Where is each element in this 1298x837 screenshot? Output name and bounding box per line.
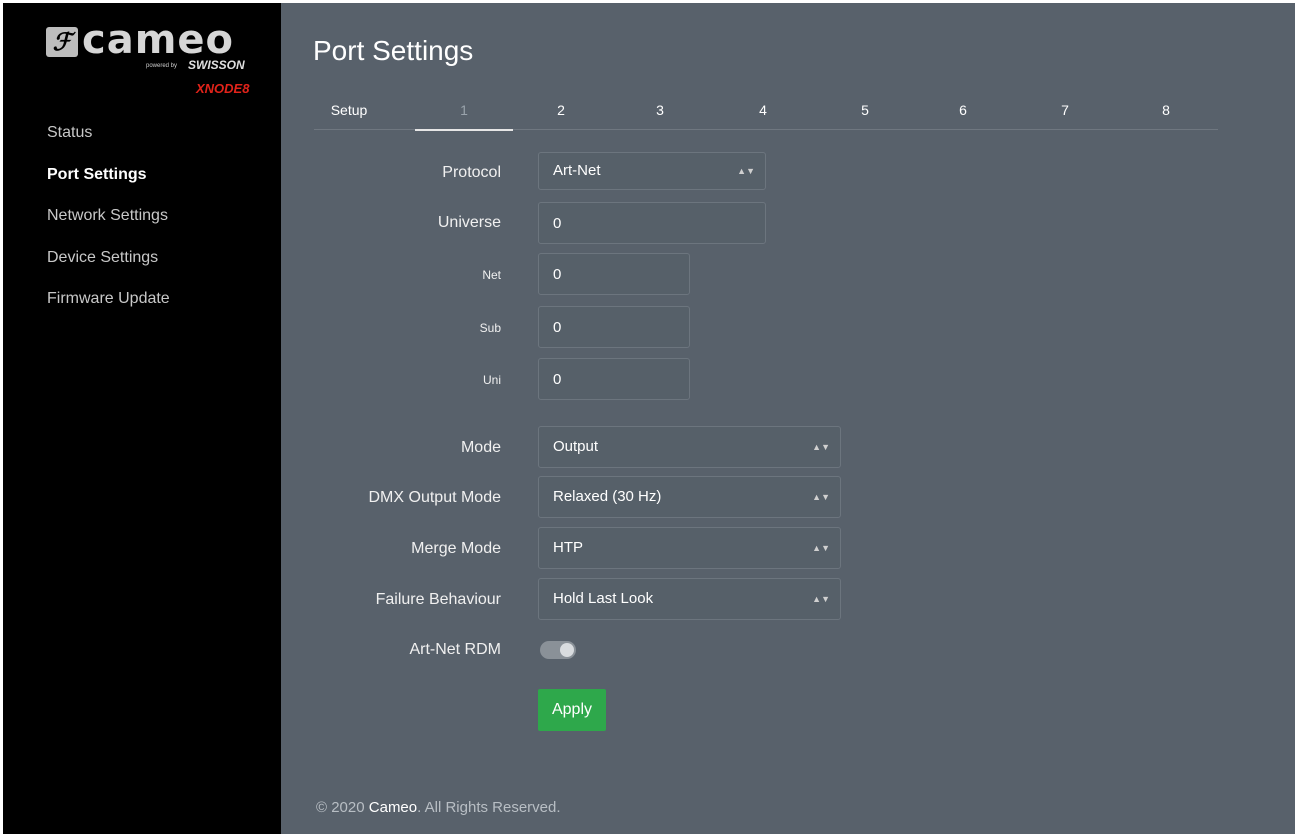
sidebar-item-status[interactable]: Status bbox=[47, 121, 170, 163]
footer-suffix: . All Rights Reserved. bbox=[417, 799, 561, 816]
tab-port-2[interactable]: 2 bbox=[546, 91, 576, 129]
sub-input[interactable] bbox=[538, 306, 690, 348]
sidebar-item-network-settings[interactable]: Network Settings bbox=[47, 204, 170, 246]
sidebar-item-firmware-update[interactable]: Firmware Update bbox=[47, 287, 170, 329]
apply-button[interactable]: Apply bbox=[538, 689, 606, 731]
dmx-output-mode-select[interactable]: Relaxed (30 Hz) ▲▼ bbox=[538, 476, 841, 518]
uni-input[interactable] bbox=[538, 358, 690, 400]
dmx-output-mode-value: Relaxed (30 Hz) bbox=[553, 488, 662, 505]
select-caret-icon: ▲▼ bbox=[812, 442, 830, 452]
app-frame: ℱ cameo powered by SWISSON XNODE8 Status… bbox=[3, 3, 1295, 834]
protocol-label: Protocol bbox=[442, 164, 501, 181]
select-caret-icon: ▲▼ bbox=[812, 492, 830, 502]
tab-port-1[interactable]: 1 bbox=[415, 91, 513, 131]
artnet-rdm-label: Art-Net RDM bbox=[409, 641, 501, 658]
protocol-value: Art-Net bbox=[553, 162, 601, 179]
mode-label: Mode bbox=[460, 439, 501, 456]
logo-wordmark: cameo bbox=[82, 17, 234, 63]
merge-mode-label: Merge Mode bbox=[411, 540, 501, 557]
select-caret-icon: ▲▼ bbox=[737, 166, 755, 176]
logo-powered-by: powered by bbox=[146, 63, 178, 69]
main-content: Port Settings Setup 1 2 3 4 5 6 7 8 Prot… bbox=[281, 3, 1295, 834]
tab-port-5[interactable]: 5 bbox=[850, 91, 880, 129]
tab-port-3[interactable]: 3 bbox=[645, 91, 675, 129]
universe-input[interactable] bbox=[538, 202, 766, 244]
select-caret-icon: ▲▼ bbox=[812, 543, 830, 553]
failure-behaviour-label: Failure Behaviour bbox=[375, 591, 501, 608]
sidebar-item-device-settings[interactable]: Device Settings bbox=[47, 246, 170, 288]
mode-value: Output bbox=[553, 438, 599, 455]
sidebar-nav: Status Port Settings Network Settings De… bbox=[47, 121, 170, 329]
footer-copyright: © 2020 Cameo. All Rights Reserved. bbox=[316, 799, 561, 816]
footer-brand-link[interactable]: Cameo bbox=[369, 799, 417, 816]
net-label: Net bbox=[482, 268, 501, 282]
tab-port-6[interactable]: 6 bbox=[948, 91, 978, 129]
sidebar: ℱ cameo powered by SWISSON XNODE8 Status… bbox=[3, 3, 281, 834]
device-model: XNODE8 bbox=[196, 81, 250, 96]
port-tabs: Setup 1 2 3 4 5 6 7 8 bbox=[314, 91, 1218, 131]
sub-label: Sub bbox=[479, 321, 501, 335]
toggle-knob bbox=[560, 643, 574, 657]
tab-port-8[interactable]: 8 bbox=[1151, 91, 1181, 129]
mode-select[interactable]: Output ▲▼ bbox=[538, 426, 841, 468]
select-caret-icon: ▲▼ bbox=[812, 594, 830, 604]
merge-mode-value: HTP bbox=[553, 539, 583, 556]
tab-port-7[interactable]: 7 bbox=[1050, 91, 1080, 129]
footer-prefix: © 2020 bbox=[316, 799, 369, 816]
universe-label: Universe bbox=[437, 214, 501, 231]
tab-port-4[interactable]: 4 bbox=[748, 91, 778, 129]
merge-mode-select[interactable]: HTP ▲▼ bbox=[538, 527, 841, 569]
sidebar-item-port-settings[interactable]: Port Settings bbox=[47, 163, 170, 205]
page-title: Port Settings bbox=[313, 35, 474, 66]
tab-setup[interactable]: Setup bbox=[314, 91, 384, 129]
failure-behaviour-select[interactable]: Hold Last Look ▲▼ bbox=[538, 578, 841, 620]
uni-label: Uni bbox=[482, 373, 501, 387]
net-input[interactable] bbox=[538, 253, 690, 295]
logo-partner: SWISSON bbox=[188, 58, 245, 72]
failure-behaviour-value: Hold Last Look bbox=[553, 590, 654, 607]
artnet-rdm-toggle[interactable] bbox=[540, 641, 576, 659]
logo-mark-icon: ℱ bbox=[46, 27, 78, 57]
protocol-select[interactable]: Art-Net ▲▼ bbox=[538, 152, 766, 190]
dmx-output-mode-label: DMX Output Mode bbox=[368, 489, 502, 506]
cameo-logo: ℱ cameo powered by SWISSON XNODE8 bbox=[46, 17, 266, 105]
